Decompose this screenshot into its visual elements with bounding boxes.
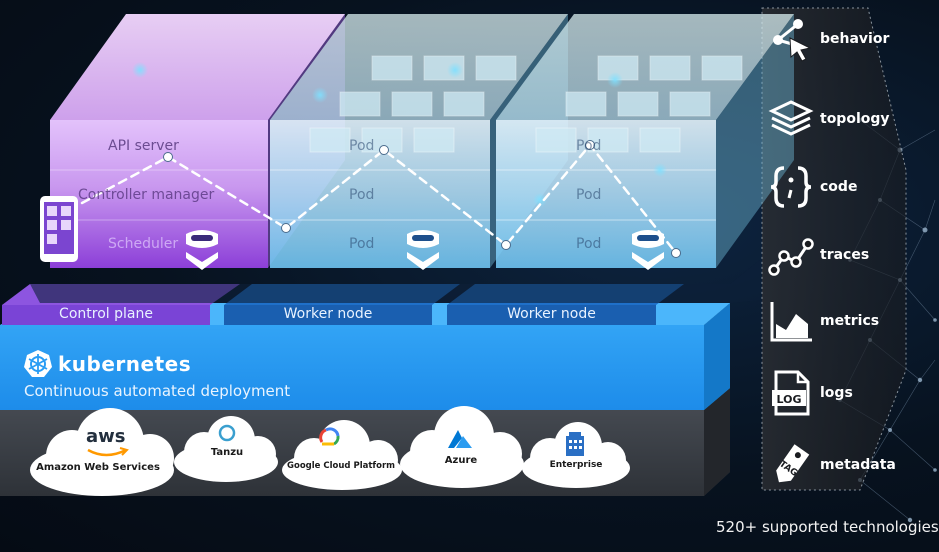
observability-item-behavior: behavior — [768, 16, 928, 62]
observability-item-logs: LOG logs — [768, 370, 928, 416]
pod-label: Pod — [576, 187, 602, 203]
cursor-share-icon — [773, 19, 812, 62]
observability-item-code: code — [768, 164, 928, 210]
observability-item-metrics: metrics — [768, 298, 928, 344]
observability-label: behavior — [820, 31, 890, 47]
observability-label: metadata — [820, 457, 896, 473]
observability-item-topology: topology — [768, 96, 928, 142]
svg-text:LOG: LOG — [777, 393, 802, 406]
pod-label: Pod — [349, 138, 375, 154]
cloud-label-azure: Azure — [444, 455, 478, 466]
observability-label: topology — [820, 111, 890, 127]
layers-icon — [768, 100, 814, 136]
observability-item-traces: traces — [768, 232, 928, 278]
control-plane-band-label: Control plane — [59, 306, 153, 322]
scheduler-label: Scheduler — [108, 236, 179, 252]
pod-label: Pod — [349, 187, 375, 203]
observability-label: code — [820, 179, 858, 195]
cloud-label-gcp: Google Cloud Platform — [287, 461, 395, 471]
area-chart-icon — [770, 302, 812, 342]
cloud-label-enterprise: Enterprise — [549, 460, 603, 470]
braces-icon — [770, 166, 812, 208]
api-server-label: API server — [108, 138, 179, 154]
observability-label: logs — [820, 385, 853, 401]
supported-technologies-label: 520+ supported technologies — [716, 518, 939, 536]
pod-label: Pod — [349, 236, 375, 252]
log-file-icon: LOG — [772, 370, 810, 416]
tag-icon: TAG — [776, 444, 810, 483]
mobile-phone-icon — [40, 196, 78, 262]
observability-item-metadata: TAG metadata — [768, 442, 928, 488]
aws-logo-text: aws — [86, 426, 126, 447]
cloud-label-aws: Amazon Web Services — [36, 462, 160, 473]
pod-label: Pod — [576, 236, 602, 252]
observability-label: traces — [820, 247, 870, 263]
controller-manager-label: Controller manager — [78, 187, 215, 203]
kubernetes-title: kubernetes — [58, 352, 192, 376]
observability-label: metrics — [820, 313, 880, 329]
worker-node-band-label: Worker node — [283, 306, 373, 322]
kubernetes-subtitle: Continuous automated deployment — [24, 382, 291, 400]
cloud-label-tanzu: Tanzu — [210, 447, 244, 458]
pod-label: Pod — [576, 138, 602, 154]
worker-node-band-label: Worker node — [507, 306, 596, 322]
trace-path-icon — [768, 238, 814, 276]
